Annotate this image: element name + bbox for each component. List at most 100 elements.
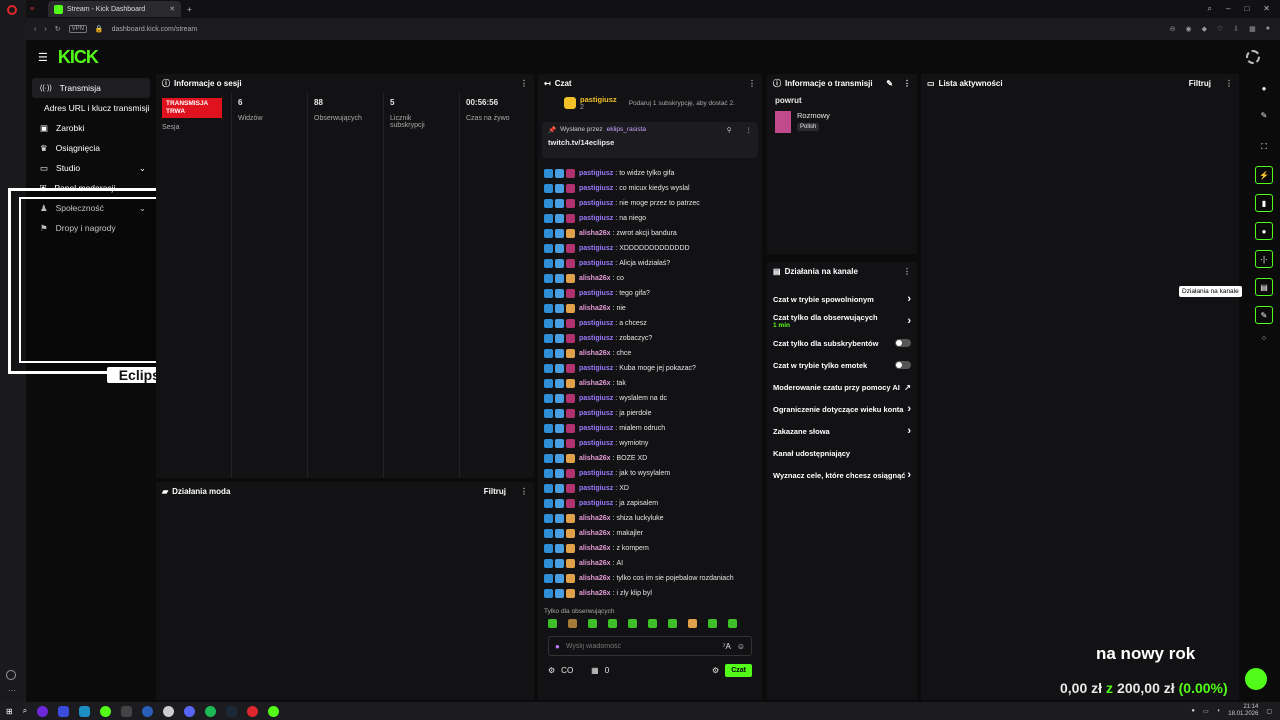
maximize-icon[interactable]: □: [1244, 4, 1249, 14]
chat-username[interactable]: pastigiusz: [579, 335, 613, 342]
search-icon[interactable]: ⌕: [1208, 4, 1212, 14]
back-arrow-icon[interactable]: ↤: [544, 79, 551, 88]
search-icon[interactable]: ⌕: [23, 706, 27, 716]
channel-action-item[interactable]: Czat tylko dla subskrybentów: [767, 332, 917, 354]
pinned-link[interactable]: twitch.tv/14eclipse: [548, 138, 752, 147]
chat-username[interactable]: alisha26x: [579, 515, 611, 522]
emote-icon[interactable]: [688, 619, 697, 628]
chat-message[interactable]: alisha26x: tylko cos im sie pojebalow roz…: [544, 571, 756, 586]
bookmark-icon[interactable]: ♡: [1217, 25, 1223, 33]
channel-action-item[interactable]: Zakazane słowa ›: [767, 420, 917, 442]
opera-icon[interactable]: [7, 5, 17, 15]
chat-message[interactable]: pastigiusz: Alicja widziałaś?: [544, 256, 756, 271]
info-icon[interactable]: ●: [1252, 84, 1276, 93]
chat-message[interactable]: pastigiusz: nie moge przez to patrzec: [544, 196, 756, 211]
app-icon[interactable]: [121, 705, 133, 717]
emote-icon[interactable]: [568, 619, 577, 628]
emoji-icon[interactable]: ☺: [737, 642, 745, 651]
kick-logo[interactable]: KICK: [58, 47, 99, 68]
chat-message[interactable]: alisha26x: co: [544, 271, 756, 286]
chat-username[interactable]: pastigiusz: [579, 410, 613, 417]
clock-icon[interactable]: [6, 670, 16, 680]
chat-username[interactable]: alisha26x: [579, 590, 611, 597]
more-options-icon[interactable]: ⋮: [746, 126, 753, 134]
channel-action-item[interactable]: Czat w trybie tylko emotek: [767, 354, 917, 376]
extensions-icon[interactable]: ▦: [1249, 25, 1256, 33]
chat-username[interactable]: pastigiusz: [579, 485, 613, 492]
reload-icon[interactable]: ↻: [55, 25, 61, 33]
send-chat-button[interactable]: Czat: [725, 664, 752, 677]
chat-username[interactable]: pastigiusz: [579, 425, 613, 432]
more-options-icon[interactable]: ⋮: [748, 79, 756, 88]
chat-message[interactable]: pastigiusz: ja zapisalem: [544, 496, 756, 511]
chat-message[interactable]: alisha26x: zwrot akcji bandura: [544, 226, 756, 241]
chat-username[interactable]: pastigiusz: [579, 440, 613, 447]
chat-username[interactable]: alisha26x: [579, 350, 611, 357]
chat-username[interactable]: alisha26x: [579, 230, 611, 237]
chat-message[interactable]: alisha26x: z kompem: [544, 541, 756, 556]
close-tab-icon[interactable]: ✕: [169, 5, 175, 13]
gift-sub-text[interactable]: Podaruj 1 subskrypcję, aby dostać 2.: [629, 100, 735, 107]
edit-icon[interactable]: ✎: [1252, 111, 1276, 120]
obs-icon[interactable]: [163, 705, 175, 717]
camera-icon[interactable]: ◉: [1185, 25, 1191, 33]
gift-icon[interactable]: ▦: [591, 666, 599, 675]
chat-message[interactable]: pastigiusz: a chcesz: [544, 316, 756, 331]
clock-time[interactable]: 21:14: [1228, 704, 1258, 711]
channel-action-item[interactable]: Moderowanie czatu przy pomocy AI ↗: [767, 376, 917, 398]
kick-app-icon[interactable]: [268, 705, 280, 717]
more-options-icon[interactable]: ⋮: [520, 79, 528, 88]
chat-username[interactable]: pastigiusz: [579, 260, 613, 267]
chat-username[interactable]: alisha26x: [579, 275, 611, 282]
chat-message[interactable]: pastigiusz: XD: [544, 481, 756, 496]
chat-message[interactable]: alisha26x: shiza luckyluke: [544, 511, 756, 526]
add-widget-icon[interactable]: ⁘: [1252, 334, 1276, 343]
chat-message[interactable]: pastigiusz: wymiotny: [544, 436, 756, 451]
channel-action-item[interactable]: Kanał udostępniający: [767, 442, 917, 464]
pin-action-icon[interactable]: ⚲: [727, 126, 732, 134]
chat-message[interactable]: pastigiusz: ja pierdole: [544, 406, 756, 421]
broadcast-icon[interactable]: ·|·: [1255, 250, 1273, 268]
profile-icon[interactable]: ●: [1266, 25, 1270, 33]
clock-date[interactable]: 18.01.2026: [1228, 711, 1258, 718]
chat-username[interactable]: pastigiusz: [579, 245, 613, 252]
chat-message[interactable]: pastigiusz: jak to wysylalem: [544, 466, 756, 481]
new-tab-icon[interactable]: +: [187, 5, 192, 14]
channel-action-item[interactable]: Wyznacz cele, które chcesz osiągnąć ›: [767, 464, 917, 486]
chat-username[interactable]: alisha26x: [579, 305, 611, 312]
chat-message[interactable]: alisha26x: i zly klip byl: [544, 586, 756, 601]
document-icon[interactable]: ▮: [1255, 194, 1273, 212]
emote-icon[interactable]: [608, 619, 617, 628]
chat-username[interactable]: pastigiusz: [579, 185, 613, 192]
discord-icon[interactable]: [184, 705, 196, 717]
vpn-badge[interactable]: VPN: [68, 25, 87, 33]
more-options-icon[interactable]: ⋮: [903, 267, 911, 276]
chat-message[interactable]: alisha26x: makajler: [544, 526, 756, 541]
chat-username[interactable]: pastigiusz: [579, 290, 613, 297]
sidebar-item-zarobki[interactable]: ▣ Zarobki: [32, 118, 150, 138]
chat-username[interactable]: pastigiusz: [579, 365, 613, 372]
spotify-icon[interactable]: [205, 705, 217, 717]
shield-icon[interactable]: ◆: [1202, 25, 1207, 33]
notification-icon[interactable]: ▢: [1266, 708, 1272, 715]
minimize-icon[interactable]: –: [1226, 4, 1230, 14]
emote-icon[interactable]: [628, 619, 637, 628]
chat-bubble-icon[interactable]: ●: [1255, 222, 1273, 240]
chat-message[interactable]: alisha26x: nie: [544, 301, 756, 316]
more-options-icon[interactable]: ⋮: [1225, 79, 1233, 88]
chat-username[interactable]: pastigiusz: [579, 500, 613, 507]
chat-message-input[interactable]: [565, 642, 717, 650]
start-icon[interactable]: ⊞: [6, 707, 13, 716]
chat-username[interactable]: pastigiusz: [579, 170, 613, 177]
download-icon[interactable]: ⇩: [1233, 25, 1239, 33]
workspace-icon[interactable]: ≡: [30, 6, 48, 13]
browser-tab[interactable]: Stream - Kick Dashboard ✕: [48, 1, 182, 17]
settings-icon[interactable]: ⚙: [712, 666, 719, 675]
chat-username[interactable]: alisha26x: [579, 380, 611, 387]
emote-icon[interactable]: [548, 619, 557, 628]
channel-action-item[interactable]: Czat tylko dla obserwujących 1 min ›: [767, 310, 917, 332]
more-options-icon[interactable]: ⋮: [520, 487, 528, 496]
channel-actions-icon[interactable]: ▤: [1255, 278, 1273, 296]
forward-icon[interactable]: ›: [44, 26, 46, 33]
fullscreen-icon[interactable]: ⛶: [1252, 142, 1276, 152]
